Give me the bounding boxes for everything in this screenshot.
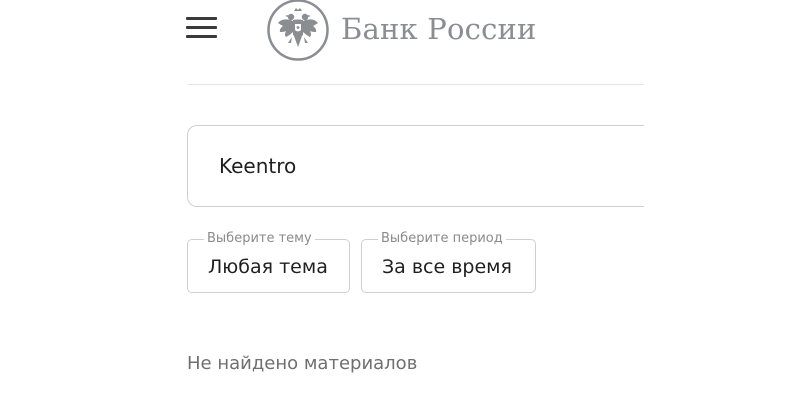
no-results-message: Не найдено материалов	[187, 353, 418, 374]
bank-logo[interactable]: Банк России	[267, 0, 537, 61]
period-select[interactable]: Выберите период За все время	[361, 231, 536, 293]
viewport-edge	[644, 110, 800, 220]
hamburger-menu-icon[interactable]	[186, 17, 217, 39]
search-input[interactable]	[219, 154, 619, 178]
theme-select-label: Выберите тему	[204, 231, 315, 247]
period-select-value: За все время	[382, 256, 512, 278]
bank-name: Банк России	[341, 12, 537, 46]
header-divider	[187, 84, 644, 85]
menu-line	[186, 26, 217, 29]
theme-select-value: Любая тема	[208, 256, 328, 278]
double-headed-eagle-emblem-icon	[267, 0, 329, 61]
theme-select[interactable]: Выберите тему Любая тема	[187, 231, 350, 293]
period-select-label: Выберите период	[378, 231, 506, 247]
menu-line	[186, 35, 217, 38]
menu-line	[186, 17, 217, 20]
search-box[interactable]	[187, 125, 667, 207]
